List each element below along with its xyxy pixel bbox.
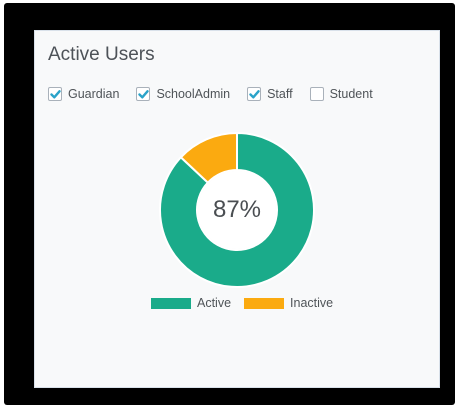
legend-swatch-inactive — [244, 297, 285, 309]
legend-label-inactive: Inactive — [290, 296, 334, 310]
legend-item-active[interactable]: Active — [151, 296, 231, 310]
active-users-card: Active Users Guardian SchoolAdmin Staff … — [34, 30, 440, 388]
filter-label-schooladmin: SchoolAdmin — [156, 87, 231, 101]
checkmark-icon — [248, 89, 260, 98]
filter-guardian[interactable]: Guardian — [48, 87, 119, 101]
legend-swatch-active — [151, 297, 191, 309]
active-users-donut-chart: 87% — [158, 131, 316, 289]
checkmark-icon — [138, 89, 149, 98]
schooladmin-checkbox[interactable] — [136, 87, 151, 101]
guardian-checkbox[interactable] — [48, 87, 62, 101]
window-frame: Active Users Guardian SchoolAdmin Staff … — [4, 3, 455, 405]
checkmark-icon — [49, 89, 61, 98]
filter-label-guardian: Guardian — [68, 87, 120, 101]
donut-center-label: 87% — [212, 196, 262, 223]
legend-item-inactive[interactable]: Inactive — [244, 296, 333, 310]
card-title: Active Users — [48, 44, 155, 65]
legend-label-active: Active — [197, 296, 232, 310]
filter-student[interactable]: Student — [309, 87, 373, 101]
user-type-filters: Guardian SchoolAdmin Staff Student — [48, 87, 390, 101]
filter-label-student: Student — [329, 87, 373, 101]
filter-schooladmin[interactable]: SchoolAdmin — [136, 87, 230, 101]
chart-legend: Active Inactive — [151, 296, 346, 310]
filter-staff[interactable]: Staff — [247, 87, 293, 101]
filter-label-staff: Staff — [267, 87, 293, 101]
staff-checkbox[interactable] — [247, 87, 262, 101]
student-checkbox[interactable] — [309, 87, 324, 101]
